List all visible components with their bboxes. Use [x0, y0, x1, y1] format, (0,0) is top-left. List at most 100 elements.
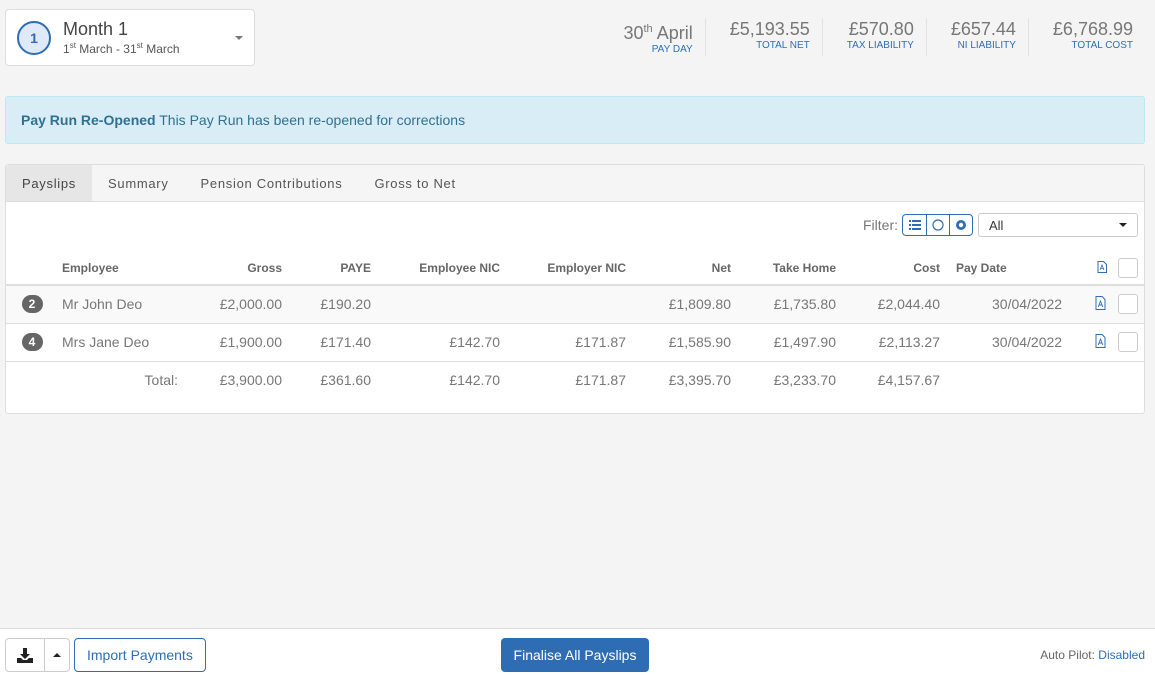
- download-options-toggle[interactable]: [44, 639, 69, 671]
- total-label: Total:: [144, 372, 178, 389]
- gross-cell: £1,900.00: [186, 323, 290, 362]
- table-header-row: Employee Gross PAYE Employee NIC Employe…: [6, 252, 1144, 286]
- pdf-icon[interactable]: [1095, 295, 1106, 313]
- employee-nic-cell: £142.70: [379, 323, 508, 362]
- col-pay-date: Pay Date: [948, 252, 1071, 286]
- employee-name[interactable]: Mrs Jane Deo: [54, 323, 186, 362]
- range-separator: -: [115, 42, 120, 56]
- stat-total-net: £5,193.55 TOTAL NET: [704, 18, 822, 56]
- stat-label: TAX LIABILITY: [846, 40, 914, 51]
- autopilot-label: Auto Pilot:: [1040, 648, 1095, 662]
- circle-outline-icon: [932, 219, 944, 231]
- stat-value: 30th April: [623, 18, 692, 44]
- reopened-alert: Pay Run Re-Opened This Pay Run has been …: [5, 96, 1145, 144]
- col-cost: Cost: [844, 252, 948, 286]
- stat-label: TOTAL NET: [756, 40, 810, 51]
- col-badge: [6, 252, 54, 286]
- pdf-icon[interactable]: [1095, 333, 1106, 351]
- filter-row: Filter: All: [863, 213, 1138, 237]
- circle-dot-icon: [956, 220, 966, 230]
- total-paye: £361.60: [320, 372, 371, 389]
- range-end-suffix: st: [136, 41, 143, 50]
- stat-label: TOTAL COST: [1071, 40, 1134, 51]
- period-title: Month 1: [63, 19, 129, 39]
- tab-gross-to-net[interactable]: Gross to Net: [358, 165, 471, 201]
- period-selector[interactable]: 1 Month 1 1st March - 31st March: [5, 9, 255, 66]
- total-take-home: £3,233.70: [773, 372, 836, 389]
- total-spacer: [1070, 361, 1144, 399]
- filter-label: Filter:: [863, 217, 898, 233]
- filter-toggle-group: [902, 214, 973, 236]
- employer-nic-cell: [508, 285, 634, 324]
- range-start-month: March: [79, 42, 113, 56]
- period-step-badge: 1: [17, 20, 51, 55]
- row-actions-cell: [1070, 323, 1144, 362]
- list-icon: [908, 220, 921, 230]
- stat-label: PAY DAY: [651, 44, 693, 55]
- col-employee: Employee: [54, 252, 186, 286]
- select-all-checkbox[interactable]: [1118, 258, 1138, 278]
- net-cell: £1,585.90: [634, 323, 739, 362]
- finalise-all-payslips-button[interactable]: Finalise All Payslips: [501, 638, 649, 672]
- take-home-cell: £1,497.90: [739, 323, 844, 362]
- filter-selected-value: All: [989, 217, 1004, 233]
- range-start-suffix: st: [69, 41, 76, 50]
- autopilot-link[interactable]: Disabled: [1098, 648, 1145, 662]
- total-spacer: [948, 361, 1070, 399]
- pay-date-cell: 30/04/2022: [948, 285, 1071, 324]
- period-range: 1st March - 31st March: [63, 39, 235, 56]
- employee-name[interactable]: Mr John Deo: [54, 285, 186, 324]
- total-net: £3,395.70: [668, 372, 731, 389]
- stat-value: £570.80: [848, 19, 914, 39]
- pdf-all-icon[interactable]: [1097, 260, 1107, 276]
- range-start-day: 1: [63, 42, 70, 56]
- employee-nic-cell: [379, 285, 508, 324]
- pay-day-day: 30: [623, 23, 644, 43]
- pay-date-cell: 30/04/2022: [948, 323, 1071, 362]
- download-button[interactable]: [6, 639, 44, 671]
- alert-title: Pay Run Re-Opened: [21, 112, 156, 128]
- col-paye: PAYE: [290, 252, 379, 286]
- col-actions: [1070, 252, 1144, 286]
- filter-unfinalised-button[interactable]: [926, 215, 949, 235]
- take-home-cell: £1,735.80: [739, 285, 844, 324]
- range-end-month: March: [146, 42, 180, 56]
- col-net: Net: [634, 252, 739, 286]
- col-gross: Gross: [186, 252, 290, 286]
- stat-total-cost: £6,768.99 TOTAL COST: [1027, 18, 1145, 56]
- tab-payslips[interactable]: Payslips: [6, 165, 93, 201]
- download-icon: [17, 647, 33, 663]
- net-cell: £1,809.80: [634, 285, 739, 324]
- range-end-day: 31: [123, 42, 137, 56]
- filter-all-button[interactable]: [903, 215, 926, 235]
- stat-label: NI LIABILITY: [957, 40, 1016, 51]
- paye-cell: £171.40: [290, 323, 379, 362]
- total-employee-nic: £142.70: [449, 372, 500, 389]
- total-gross: £3,900.00: [219, 372, 282, 389]
- gross-cell: £2,000.00: [186, 285, 290, 324]
- stat-value: £6,768.99: [1052, 19, 1133, 39]
- col-employer-nic: Employer NIC: [508, 252, 634, 286]
- row-actions-cell: [1070, 285, 1144, 324]
- payslips-panel: Payslips Summary Pension Contributions G…: [5, 164, 1145, 414]
- autopilot-status: Auto Pilot: Disabled: [1040, 648, 1145, 662]
- pay-day-month: April: [656, 23, 693, 43]
- tab-pension-contributions[interactable]: Pension Contributions: [185, 165, 359, 201]
- period-text: Month 1 1st March - 31st March: [63, 19, 235, 56]
- total-row: Total: £3,900.00 £361.60 £142.70 £171.87…: [6, 361, 1144, 399]
- chevron-up-icon: [53, 653, 61, 657]
- tab-summary[interactable]: Summary: [92, 165, 185, 201]
- filter-finalised-button[interactable]: [949, 215, 972, 235]
- col-employee-nic: Employee NIC: [379, 252, 508, 286]
- row-checkbox[interactable]: [1118, 332, 1138, 352]
- filter-select[interactable]: All: [978, 213, 1138, 237]
- cost-cell: £2,044.40: [844, 285, 948, 324]
- stat-value: £5,193.55: [729, 19, 810, 39]
- table-row[interactable]: 2 Mr John Deo £2,000.00 £190.20 £1,809.8…: [6, 285, 1144, 324]
- import-payments-button[interactable]: Import Payments: [74, 638, 206, 672]
- stat-ni-liability: £657.44 NI LIABILITY: [925, 18, 1028, 56]
- table-row[interactable]: 4 Mrs Jane Deo £1,900.00 £171.40 £142.70…: [6, 323, 1144, 362]
- stat-tax-liability: £570.80 TAX LIABILITY: [821, 18, 926, 56]
- download-button-group: [5, 638, 70, 672]
- row-checkbox[interactable]: [1118, 294, 1138, 315]
